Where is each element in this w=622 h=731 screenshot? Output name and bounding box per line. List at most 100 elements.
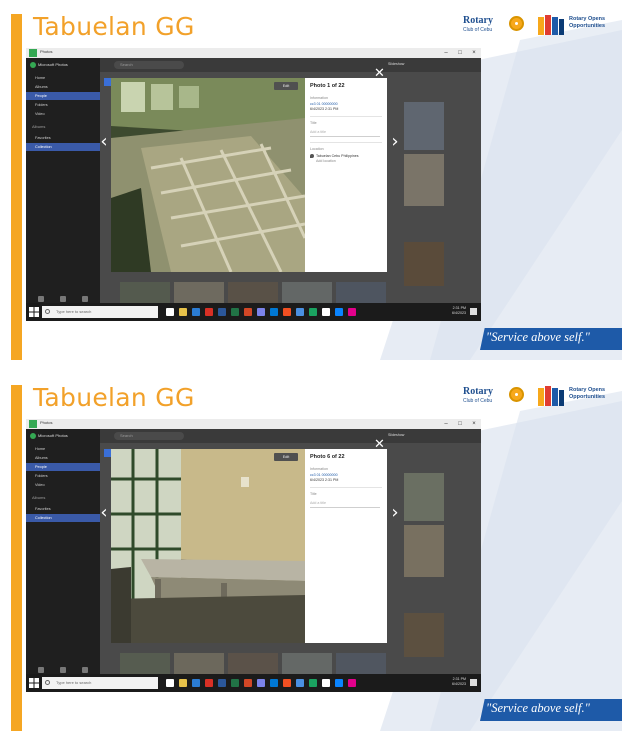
windows-start-icon[interactable]: [29, 307, 39, 317]
teams-icon[interactable]: [257, 308, 265, 316]
sidebar-item-favorites[interactable]: Favorites: [26, 505, 100, 513]
sidebar-item-folders[interactable]: Folders: [26, 101, 100, 109]
taskbar-search-input[interactable]: Type here to search: [42, 306, 158, 318]
media-icon[interactable]: [348, 308, 356, 316]
info-file-name[interactable]: cc3 01 00000000: [310, 473, 338, 478]
gallery-thumbnail[interactable]: [404, 525, 444, 577]
word-icon[interactable]: [218, 308, 226, 316]
edge-icon[interactable]: [192, 308, 200, 316]
outlook-icon[interactable]: [270, 308, 278, 316]
gallery-thumbnail[interactable]: [120, 282, 170, 303]
sidebar-item-albums[interactable]: Albums: [26, 454, 100, 462]
maps-icon[interactable]: [309, 679, 317, 687]
chrome-icon[interactable]: [205, 308, 213, 316]
gallery-thumbnail[interactable]: [404, 242, 444, 286]
chrome-icon[interactable]: [205, 679, 213, 687]
sidebar-item-albums[interactable]: Albums: [26, 83, 100, 91]
gallery-thumbnail[interactable]: [404, 154, 444, 206]
gallery-thumbnail[interactable]: [404, 613, 444, 657]
minimize-button[interactable]: –: [439, 419, 453, 429]
info-title-input[interactable]: Add a title: [310, 128, 380, 137]
file-explorer-icon[interactable]: [179, 679, 187, 687]
system-tray-clock[interactable]: 2:31 PM 6/4/2023: [438, 677, 466, 687]
slide-separator: [0, 360, 622, 371]
settings-taskbar-icon[interactable]: [322, 679, 330, 687]
outlook-icon[interactable]: [270, 679, 278, 687]
accent-bar: [11, 14, 22, 360]
photo-edit-button[interactable]: Edit: [274, 82, 298, 90]
notification-icon[interactable]: [470, 679, 477, 686]
info-title-input[interactable]: Add a title: [310, 499, 380, 508]
excel-icon[interactable]: [231, 308, 239, 316]
slideshow-link[interactable]: Slideshow: [388, 433, 404, 437]
next-photo-button[interactable]: ›: [389, 130, 401, 154]
sidebar-item-video[interactable]: Video: [26, 110, 100, 118]
minimize-button[interactable]: –: [439, 48, 453, 58]
zoom-icon[interactable]: [335, 679, 343, 687]
next-photo-button[interactable]: ›: [389, 501, 401, 525]
photos-taskbar-icon[interactable]: [296, 679, 304, 687]
teams-icon[interactable]: [257, 679, 265, 687]
gallery-thumbnail[interactable]: [228, 282, 278, 303]
gallery-thumbnail[interactable]: [174, 653, 224, 674]
previous-photo-button[interactable]: ‹: [98, 130, 110, 154]
sidebar-item-collection[interactable]: Collection: [26, 514, 100, 522]
info-location-add[interactable]: Add location: [316, 159, 336, 164]
file-explorer-icon[interactable]: [179, 308, 187, 316]
rotary-logo: Rotary Club of Cebu: [463, 15, 525, 39]
taskview-icon[interactable]: [166, 308, 174, 316]
info-panel-title: Photo 1 of 22: [310, 83, 345, 89]
powerpoint-icon[interactable]: [244, 679, 252, 687]
taskview-icon[interactable]: [166, 679, 174, 687]
windows-start-icon[interactable]: [29, 678, 39, 688]
zoom-icon[interactable]: [335, 308, 343, 316]
sidebar-item-video[interactable]: Video: [26, 481, 100, 489]
system-tray-clock[interactable]: 2:31 PM 6/4/2023: [438, 306, 466, 316]
gallery-thumbnail[interactable]: [228, 653, 278, 674]
sidebar-item-collection[interactable]: Collection: [26, 143, 100, 151]
window-close-button[interactable]: ×: [467, 48, 481, 58]
gallery-thumbnail[interactable]: [336, 653, 386, 674]
notification-icon[interactable]: [470, 308, 477, 315]
account-icon[interactable]: [60, 667, 66, 673]
accent-bar: [11, 385, 22, 731]
media-icon[interactable]: [348, 679, 356, 687]
gallery-thumbnail[interactable]: [120, 653, 170, 674]
info-file-name[interactable]: cc3 01 00000000: [310, 102, 338, 107]
gallery-thumbnail[interactable]: [404, 102, 444, 150]
settings-icon[interactable]: [38, 296, 44, 302]
maximize-button[interactable]: □: [453, 48, 467, 58]
gallery-thumbnail[interactable]: [404, 473, 444, 521]
maps-icon[interactable]: [309, 308, 317, 316]
gallery-thumbnail[interactable]: [336, 282, 386, 303]
sidebar-item-favorites[interactable]: Favorites: [26, 134, 100, 142]
sidebar-item-home[interactable]: Home: [26, 74, 100, 82]
photos-taskbar-icon[interactable]: [296, 308, 304, 316]
edge-icon[interactable]: [192, 679, 200, 687]
slideshow-link[interactable]: Slideshow: [388, 62, 404, 66]
search-input[interactable]: Search: [114, 432, 184, 440]
help-icon[interactable]: [82, 667, 88, 673]
window-close-button[interactable]: ×: [467, 419, 481, 429]
word-icon[interactable]: [218, 679, 226, 687]
gallery-thumbnail[interactable]: [174, 282, 224, 303]
powerpoint-icon[interactable]: [244, 308, 252, 316]
gallery-thumbnail[interactable]: [282, 653, 332, 674]
search-input[interactable]: Search: [114, 61, 184, 69]
settings-taskbar-icon[interactable]: [322, 308, 330, 316]
gallery-thumbnail[interactable]: [282, 282, 332, 303]
sidebar-item-people[interactable]: People: [26, 463, 100, 471]
sidebar-item-home[interactable]: Home: [26, 445, 100, 453]
photo-edit-button[interactable]: Edit: [274, 453, 298, 461]
excel-icon[interactable]: [231, 679, 239, 687]
store-icon[interactable]: [283, 679, 291, 687]
sidebar-item-people[interactable]: People: [26, 92, 100, 100]
maximize-button[interactable]: □: [453, 419, 467, 429]
help-icon[interactable]: [82, 296, 88, 302]
previous-photo-button[interactable]: ‹: [98, 501, 110, 525]
account-icon[interactable]: [60, 296, 66, 302]
settings-icon[interactable]: [38, 667, 44, 673]
store-icon[interactable]: [283, 308, 291, 316]
sidebar-item-folders[interactable]: Folders: [26, 472, 100, 480]
taskbar-search-input[interactable]: Type here to search: [42, 677, 158, 689]
